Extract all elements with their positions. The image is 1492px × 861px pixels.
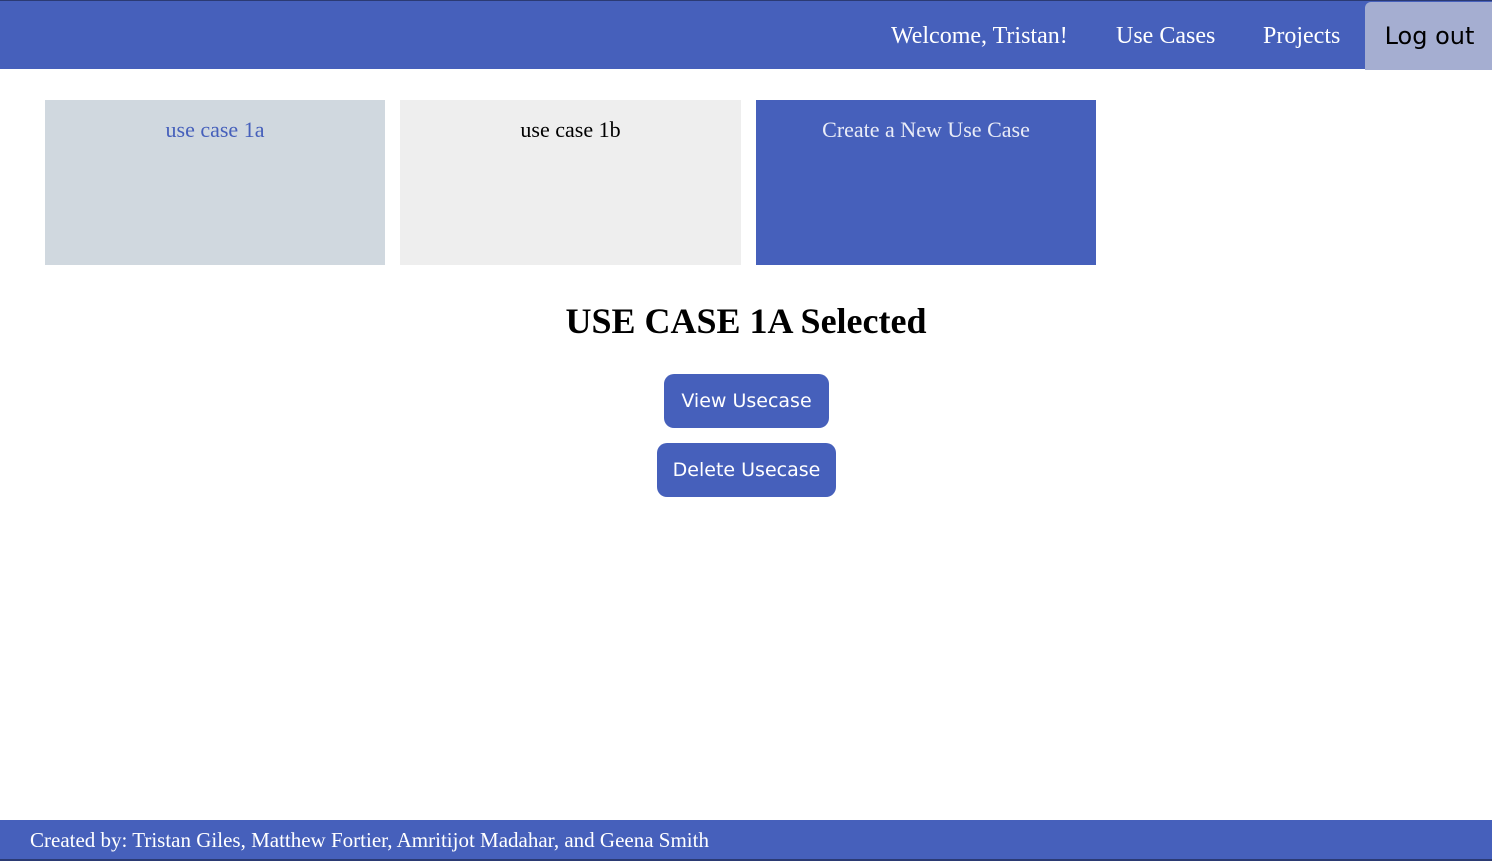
nav-link-use-cases[interactable]: Use Cases	[1116, 1, 1215, 70]
nav-link-projects[interactable]: Projects	[1263, 1, 1340, 70]
top-navbar: Welcome, Tristan! Use Cases Projects Log…	[0, 0, 1492, 70]
usecase-card-label: use case 1b	[520, 117, 621, 142]
welcome-text: Welcome, Tristan!	[891, 23, 1068, 49]
usecase-card-1a[interactable]: use case 1a	[45, 100, 385, 265]
usecase-card-1b[interactable]: use case 1b	[400, 100, 741, 265]
view-usecase-button[interactable]: View Usecase	[664, 374, 829, 428]
footer-credits: Created by: Tristan Giles, Matthew Forti…	[30, 828, 709, 852]
selected-usecase-title: USE CASE 1A Selected	[565, 301, 927, 341]
create-usecase-card[interactable]: Create a New Use Case	[756, 100, 1096, 265]
create-usecase-label: Create a New Use Case	[822, 117, 1030, 142]
delete-usecase-button[interactable]: Delete Usecase	[657, 443, 836, 497]
footer: Created by: Tristan Giles, Matthew Forti…	[0, 820, 1492, 861]
logout-button[interactable]: Log out	[1365, 2, 1492, 70]
usecase-card-label: use case 1a	[165, 117, 265, 142]
